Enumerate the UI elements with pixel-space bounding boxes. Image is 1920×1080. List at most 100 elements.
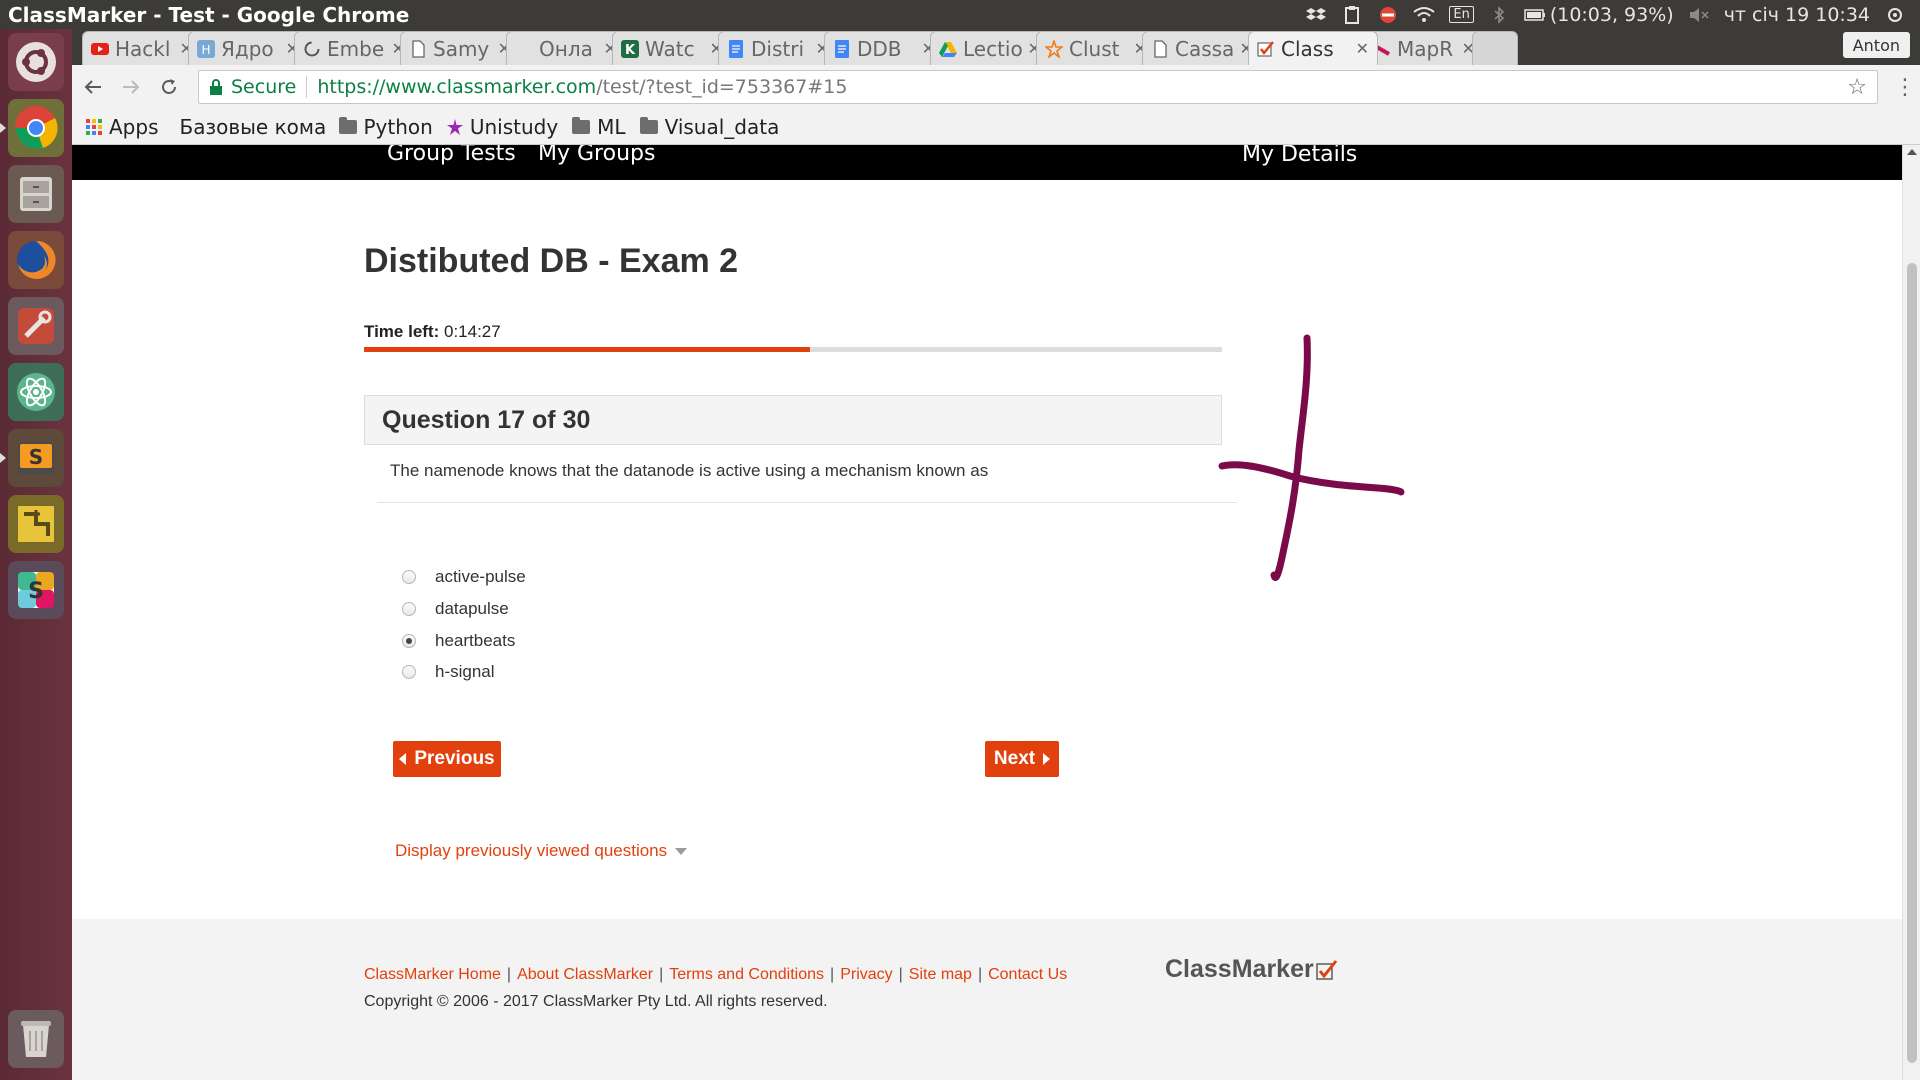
apps-grid-icon: [86, 118, 102, 135]
launcher-settings[interactable]: [8, 297, 64, 355]
wifi-icon[interactable]: [1413, 6, 1435, 24]
radio-heartbeats[interactable]: [402, 634, 416, 648]
folder-icon: [639, 116, 658, 134]
caret-down-icon: [675, 847, 688, 855]
reload-icon: [162, 79, 176, 94]
file-cabinet-icon: [20, 177, 52, 211]
close-icon[interactable]: ✕: [1356, 39, 1369, 58]
do-not-disturb-icon[interactable]: [1377, 6, 1399, 24]
tab-1[interactable]: Hackl ✕: [82, 31, 202, 65]
keyboard-layout[interactable]: En: [1449, 6, 1474, 23]
nav-my-groups[interactable]: My Groups: [538, 145, 655, 166]
folder-icon: [572, 116, 591, 134]
time-left-label: Time left:: [364, 322, 440, 341]
clock[interactable]: чт січ 19 10:34: [1724, 4, 1870, 26]
volume-muted-icon[interactable]: [1688, 6, 1710, 24]
classmarker-logo[interactable]: ClassMarker: [1165, 955, 1338, 984]
tab-11[interactable]: Cassa ✕: [1142, 31, 1262, 65]
option-datapulse[interactable]: datapulse: [402, 599, 509, 619]
folder-icon: [338, 116, 357, 134]
bookmark-star-icon[interactable]: ☆: [1847, 75, 1867, 100]
page-viewport: Group Tests My Groups My Details Distibu…: [72, 145, 1902, 1080]
launcher-files[interactable]: [8, 165, 64, 223]
separator: |: [898, 966, 903, 983]
exam-title: Distibuted DB - Exam 2: [364, 242, 739, 280]
blank-icon: [515, 40, 533, 58]
radio-active-pulse[interactable]: [402, 570, 416, 584]
footer-link-terms[interactable]: Terms and Conditions: [669, 966, 824, 984]
tab-8[interactable]: DDB ✕: [824, 31, 944, 65]
bookmark-apps[interactable]: Apps: [86, 115, 159, 139]
tab-6[interactable]: K Watc ✕: [612, 31, 732, 65]
battery-indicator[interactable]: (10:03, 93%): [1524, 4, 1674, 26]
secure-indicator[interactable]: Secure: [209, 76, 308, 98]
url-host: https://www.classmarker.com: [317, 76, 597, 98]
tab-10[interactable]: Clust ✕: [1036, 31, 1156, 65]
launcher-atom[interactable]: [8, 363, 64, 421]
caret-right-icon: [1043, 753, 1051, 765]
option-heartbeats[interactable]: heartbeats: [402, 631, 515, 651]
launcher-firefox[interactable]: [8, 231, 64, 289]
tab-4[interactable]: Samy ✕: [400, 31, 520, 65]
display-previous-link[interactable]: Display previously viewed questions: [395, 841, 688, 861]
tab-5[interactable]: Онла ✕: [506, 31, 626, 65]
scrollbar-thumb[interactable]: [1907, 263, 1917, 1063]
bluetooth-icon[interactable]: [1488, 5, 1510, 24]
bookmark-unistudy[interactable]: Unistudy: [446, 115, 558, 139]
scroll-up-arrow-icon[interactable]: [1907, 149, 1917, 155]
bookmark-visual-data[interactable]: Visual_data: [639, 115, 779, 139]
option-h-signal[interactable]: h-signal: [402, 662, 495, 682]
radio-datapulse[interactable]: [402, 602, 416, 616]
launcher-sublime[interactable]: S: [0, 429, 64, 487]
tab-9[interactable]: Lectio ✕: [930, 31, 1050, 65]
nav-my-details[interactable]: My Details: [1242, 145, 1357, 167]
tab-7[interactable]: Distri ✕: [718, 31, 838, 65]
chrome-menu-icon[interactable]: ⋮: [1894, 75, 1916, 100]
launcher-chrome[interactable]: [0, 99, 64, 157]
tab-13[interactable]: MapR ✕: [1364, 31, 1484, 65]
forward-button[interactable]: [114, 70, 148, 104]
slack-icon: S: [18, 572, 54, 608]
power-gear-icon[interactable]: [1884, 6, 1906, 24]
dropbox-icon[interactable]: [1305, 6, 1327, 24]
question-text: The namenode knows that the datanode is …: [390, 461, 989, 480]
bookmark-python[interactable]: Python: [338, 115, 433, 139]
bookmark-basic-commands[interactable]: Базовые коман: [173, 115, 325, 139]
footer-link-sitemap[interactable]: Site map: [909, 966, 972, 984]
option-active-pulse[interactable]: active-pulse: [402, 567, 526, 587]
page-icon: [412, 39, 425, 58]
launcher-trash[interactable]: [8, 1010, 64, 1068]
previous-button[interactable]: Previous: [393, 741, 501, 777]
launcher-archive[interactable]: [8, 495, 64, 553]
reload-button[interactable]: [152, 70, 186, 104]
footer-link-home[interactable]: ClassMarker Home: [364, 966, 501, 984]
footer-link-privacy[interactable]: Privacy: [840, 966, 892, 984]
new-tab-button[interactable]: [1472, 31, 1518, 65]
clipboard-icon[interactable]: [1341, 5, 1363, 24]
battery-icon: [1524, 8, 1545, 21]
launcher-dash[interactable]: [8, 33, 64, 91]
sublime-text-icon: S: [18, 442, 54, 474]
page-scrollbar[interactable]: [1902, 145, 1920, 1080]
tab-2[interactable]: H Ядро ✕: [188, 31, 308, 65]
profile-button[interactable]: Anton: [1842, 32, 1910, 58]
bookmark-ml[interactable]: ML: [572, 115, 626, 139]
back-button[interactable]: [76, 70, 110, 104]
next-button[interactable]: Next: [985, 741, 1059, 777]
footer-link-about[interactable]: About ClassMarker: [517, 966, 653, 984]
drive-icon: [939, 41, 957, 57]
tab-3[interactable]: Embe ✕: [294, 31, 414, 65]
address-bar[interactable]: Secure https://www.classmarker.com/test/…: [198, 70, 1878, 104]
window-title: ClassMarker - Test - Google Chrome: [8, 2, 410, 27]
archive-manager-icon: [18, 506, 54, 542]
firefox-icon: [17, 240, 56, 279]
k-icon: K: [621, 39, 639, 58]
lock-icon: [210, 79, 222, 95]
footer-link-contact[interactable]: Contact Us: [988, 966, 1067, 984]
footer-links: ClassMarker Home | About ClassMarker | Ter…: [364, 966, 1067, 984]
radio-h-signal[interactable]: [402, 665, 416, 679]
battery-text: (10:03, 93%): [1549, 3, 1674, 26]
launcher-slack[interactable]: S: [8, 561, 64, 619]
tab-12-active[interactable]: Class ✕: [1248, 31, 1378, 65]
nav-group-tests[interactable]: Group Tests: [387, 145, 516, 166]
